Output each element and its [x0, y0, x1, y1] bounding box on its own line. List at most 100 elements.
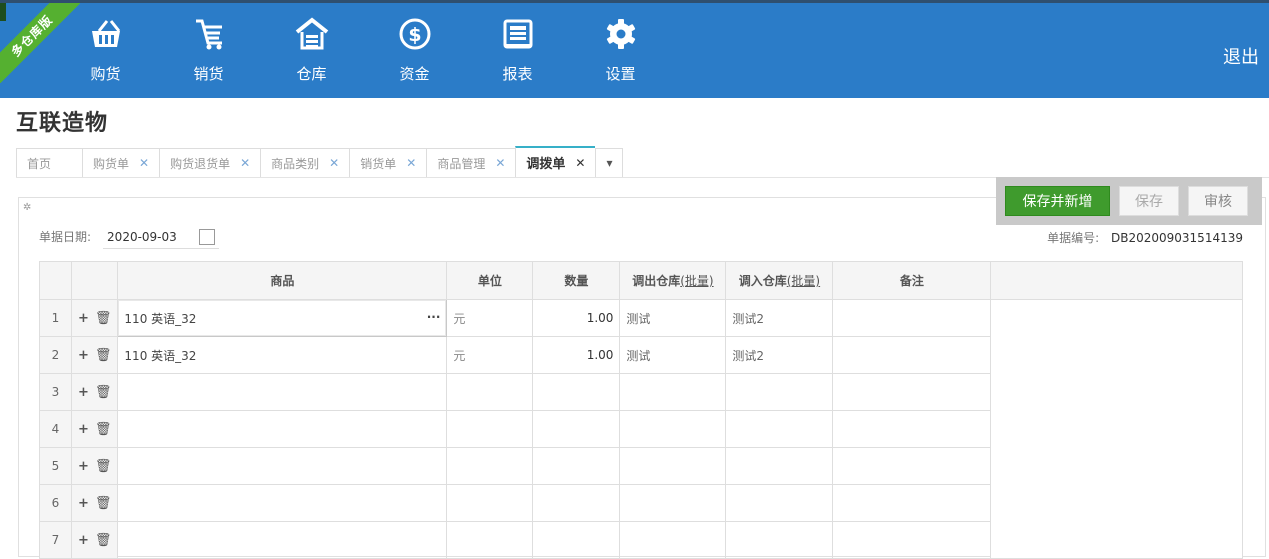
logout-link[interactable]: 退出	[1223, 43, 1259, 69]
unit-cell[interactable]	[446, 447, 534, 485]
trash-icon[interactable]: 🗑︎	[95, 422, 112, 437]
tab-transfer-order[interactable]: 调拨单 ✕	[515, 146, 596, 178]
out-warehouse-cell[interactable]: 测试	[619, 299, 727, 337]
tab-overflow-dropdown[interactable]: ▾	[595, 148, 624, 178]
header-blank	[990, 261, 1244, 300]
nav-label-reports: 报表	[502, 65, 533, 83]
goods-cell[interactable]	[117, 521, 448, 559]
top-nav-bar: 多仓库版 购货 销货 仓库 $ 资金 报表 设置 退出	[0, 0, 1269, 98]
qty-cell[interactable]: 1.00	[532, 336, 621, 374]
in-warehouse-cell[interactable]	[725, 410, 834, 448]
goods-cell[interactable]	[117, 410, 448, 448]
out-warehouse-batch-link[interactable]: (批量)	[680, 274, 713, 288]
cart-icon	[195, 19, 222, 50]
tab-sales-order[interactable]: 销货单 ✕	[349, 148, 427, 178]
nav-item-warehouse[interactable]: 仓库	[260, 17, 363, 91]
out-warehouse-cell[interactable]: 测试	[619, 336, 727, 374]
remark-cell[interactable]	[832, 336, 992, 374]
out-warehouse-cell[interactable]	[619, 521, 727, 559]
remark-cell[interactable]	[832, 299, 992, 337]
close-icon[interactable]: ✕	[329, 156, 339, 170]
out-warehouse-label: 调出仓库	[632, 274, 681, 288]
remark-cell[interactable]	[832, 484, 992, 522]
trash-icon[interactable]: 🗑︎	[95, 533, 112, 548]
unit-cell[interactable]	[446, 521, 534, 559]
row-number: 1	[39, 299, 72, 337]
add-row-icon[interactable]: +	[78, 348, 89, 363]
unit-cell[interactable]	[446, 484, 534, 522]
doc-number-label: 单据编号:	[1047, 231, 1100, 245]
remark-cell[interactable]	[832, 447, 992, 485]
tab-purchase-return[interactable]: 购货退货单 ✕	[159, 148, 261, 178]
nav-item-settings[interactable]: 设置	[569, 17, 672, 91]
tab-goods-category[interactable]: 商品类别 ✕	[260, 148, 350, 178]
unit-cell[interactable]: 元	[446, 336, 534, 374]
trash-icon[interactable]: 🗑︎	[95, 496, 112, 511]
in-warehouse-cell[interactable]	[725, 373, 834, 411]
qty-cell[interactable]	[532, 410, 621, 448]
basket-icon	[91, 20, 120, 47]
row-number: 5	[39, 447, 72, 485]
goods-cell[interactable]: ··· 110 英语_32	[117, 299, 448, 337]
tab-goods-management[interactable]: 商品管理 ✕	[426, 148, 516, 178]
add-row-icon[interactable]: +	[78, 496, 89, 511]
close-icon[interactable]: ✕	[575, 156, 585, 170]
date-input[interactable]: 2020-09-03	[107, 230, 177, 244]
close-icon[interactable]: ✕	[139, 156, 149, 170]
warehouse-icon	[295, 17, 328, 50]
row-actions: + 🗑︎	[70, 373, 119, 411]
in-warehouse-cell[interactable]: 测试2	[725, 336, 834, 374]
qty-cell[interactable]	[532, 373, 621, 411]
doc-number-value: DB202009031514139	[1111, 231, 1243, 245]
add-row-icon[interactable]: +	[78, 422, 89, 437]
qty-cell[interactable]: 1.00	[532, 299, 621, 337]
nav-item-purchase[interactable]: 购货	[54, 17, 157, 91]
qty-cell[interactable]	[532, 521, 621, 559]
in-warehouse-cell[interactable]: 测试2	[725, 299, 834, 337]
trash-icon[interactable]: 🗑︎	[95, 385, 112, 400]
close-icon[interactable]: ✕	[240, 156, 250, 170]
close-icon[interactable]: ✕	[495, 156, 505, 170]
close-icon[interactable]: ✕	[406, 156, 416, 170]
out-warehouse-cell[interactable]	[619, 373, 727, 411]
audit-button[interactable]: 审核	[1188, 186, 1248, 216]
remark-cell[interactable]	[832, 410, 992, 448]
save-button[interactable]: 保存	[1119, 186, 1179, 216]
remark-cell[interactable]	[832, 521, 992, 559]
tab-home[interactable]: 首页	[16, 148, 82, 178]
calendar-icon[interactable]	[198, 228, 215, 245]
nav-item-funds[interactable]: $ 资金	[363, 17, 466, 91]
trash-icon[interactable]: 🗑︎	[95, 459, 112, 474]
in-warehouse-cell[interactable]	[725, 484, 834, 522]
unit-cell[interactable]	[446, 373, 534, 411]
more-options-icon[interactable]: ···	[427, 310, 441, 324]
panel-settings-icon[interactable]: ✲	[23, 202, 31, 213]
add-row-icon[interactable]: +	[78, 459, 89, 474]
tab-label: 销货单	[360, 156, 397, 171]
unit-cell[interactable]: 元	[446, 299, 534, 337]
trash-icon[interactable]: 🗑︎	[95, 348, 112, 363]
in-warehouse-cell[interactable]	[725, 447, 834, 485]
unit-cell[interactable]	[446, 410, 534, 448]
nav-item-reports[interactable]: 报表	[466, 17, 569, 91]
qty-cell[interactable]	[532, 447, 621, 485]
goods-cell[interactable]	[117, 373, 448, 411]
save-and-new-button[interactable]: 保存并新增	[1005, 186, 1110, 216]
remark-cell[interactable]	[832, 373, 992, 411]
tab-purchase-order[interactable]: 购货单 ✕	[82, 148, 160, 178]
trash-icon[interactable]: 🗑︎	[95, 311, 112, 326]
out-warehouse-cell[interactable]	[619, 484, 727, 522]
out-warehouse-cell[interactable]	[619, 410, 727, 448]
date-field: 单据日期: 2020-09-03	[39, 228, 215, 245]
add-row-icon[interactable]: +	[78, 385, 89, 400]
in-warehouse-cell[interactable]	[725, 521, 834, 559]
qty-cell[interactable]	[532, 484, 621, 522]
goods-cell[interactable]: 110 英语_32	[117, 336, 448, 374]
goods-cell[interactable]	[117, 484, 448, 522]
goods-cell[interactable]	[117, 447, 448, 485]
in-warehouse-batch-link[interactable]: (批量)	[787, 274, 820, 288]
add-row-icon[interactable]: +	[78, 311, 89, 326]
nav-item-sales[interactable]: 销货	[157, 17, 260, 91]
add-row-icon[interactable]: +	[78, 533, 89, 548]
out-warehouse-cell[interactable]	[619, 447, 727, 485]
